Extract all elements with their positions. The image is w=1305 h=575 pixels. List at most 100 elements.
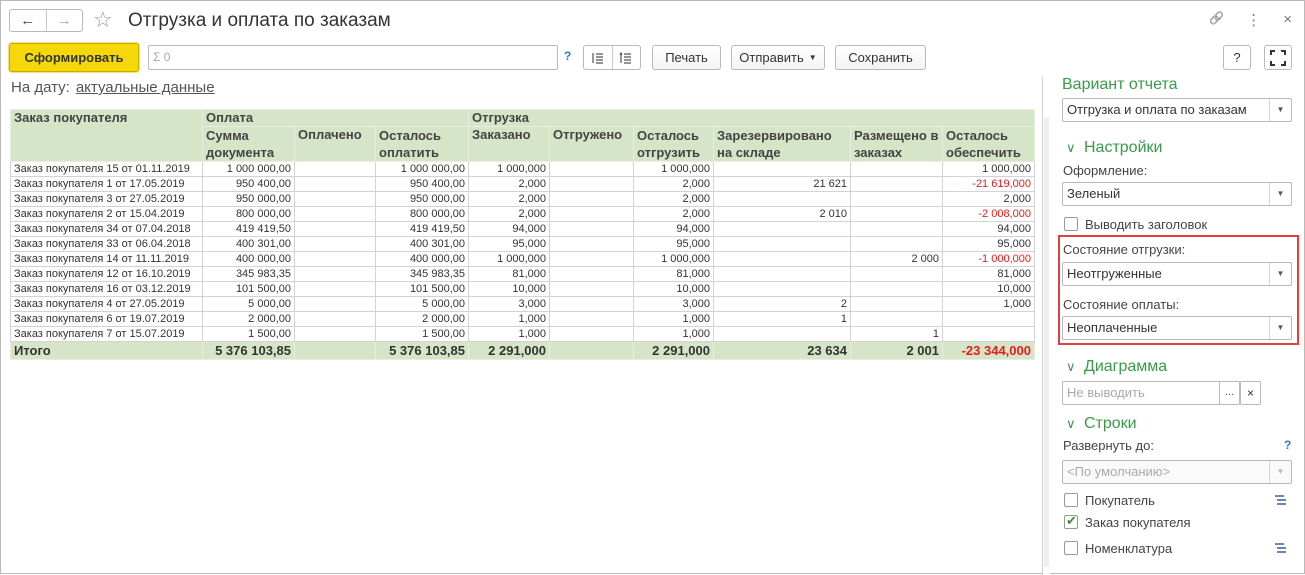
cell-topay: 419 419,50 [375, 221, 469, 237]
cell-order: Заказ покупателя 6 от 19.07.2019 [10, 311, 203, 327]
expand-groups-icon[interactable] [611, 46, 641, 69]
diagram-title: Диаграмма [1084, 358, 1168, 375]
table-row[interactable]: Заказ покупателя 6 от 19.07.2019 2 000,00… [10, 311, 1035, 327]
cell-ordered: 94,000 [468, 221, 550, 237]
diagram-heading[interactable]: ∨ Диаграмма [1066, 358, 1167, 376]
table-row[interactable]: Заказ покупателя 4 от 27.05.2019 5 000,00… [10, 296, 1035, 312]
link-icon[interactable]: 🔗 [1209, 11, 1224, 29]
cell-toprovide: -23 344,000 [942, 341, 1035, 360]
send-label: Отправить [739, 50, 804, 65]
panel-scrollbar[interactable] [1044, 117, 1049, 567]
print-button[interactable]: Печать [652, 45, 721, 70]
cell-placed [850, 191, 943, 207]
cell-toprovide [942, 326, 1035, 342]
cell-toprovide: 10,000 [942, 281, 1035, 297]
chevron-down-icon[interactable]: ▼ [1269, 183, 1291, 205]
group-settings-icon[interactable] [1274, 541, 1288, 558]
variant-select[interactable]: Отгрузка и оплата по заказам ▼ [1062, 98, 1292, 122]
table-row[interactable]: Заказ покупателя 1 от 17.05.2019 950 400,… [10, 176, 1035, 192]
chevron-down-icon[interactable]: ▼ [1269, 99, 1291, 121]
cell-reserved [713, 266, 851, 282]
back-icon[interactable]: ← [10, 10, 46, 31]
buyer-checkbox[interactable] [1064, 493, 1078, 507]
total-row[interactable]: Итого 5 376 103,85 5 376 103,85 2 291,000 2 … [10, 341, 1035, 360]
cell-toprovide: 95,000 [942, 236, 1035, 252]
fullscreen-icon[interactable] [1264, 45, 1292, 70]
generate-button[interactable]: Сформировать [9, 43, 139, 72]
collapse-chevron-icon: ∨ [1066, 416, 1076, 431]
cell-reserved [713, 221, 851, 237]
cell-shipped [549, 176, 634, 192]
settings-heading[interactable]: ∨ Настройки [1066, 139, 1162, 157]
diagram-input[interactable]: Не выводить [1062, 381, 1240, 405]
forward-icon[interactable]: → [45, 10, 83, 31]
col-group-shipment: Отгрузка [468, 109, 1035, 127]
cell-sum: 419 419,50 [202, 221, 295, 237]
title-icons: 🔗 ⋮ × [1209, 11, 1292, 29]
cell-topay: 800 000,00 [375, 206, 469, 222]
cell-reserved [713, 236, 851, 252]
cell-placed [850, 206, 943, 222]
help-button[interactable]: ? [1223, 45, 1251, 70]
panel-splitter[interactable] [1042, 77, 1050, 575]
cell-sum: 2 000,00 [202, 311, 295, 327]
pay-state-select[interactable]: Неоплаченные ▼ [1062, 316, 1292, 340]
chevron-down-icon[interactable]: ▼ [1269, 317, 1291, 339]
cell-placed: 1 [850, 326, 943, 342]
diagram-choose-button[interactable]: … [1219, 381, 1240, 405]
cell-paid [294, 311, 376, 327]
cell-toship: 94,000 [633, 221, 714, 237]
close-icon[interactable]: × [1283, 11, 1292, 29]
cell-reserved [713, 191, 851, 207]
expand-select[interactable]: <По умолчанию> ▼ [1062, 460, 1292, 484]
cell-topay: 400 000,00 [375, 251, 469, 267]
cell-reserved: 23 634 [713, 341, 851, 360]
more-icon[interactable]: ⋮ [1246, 11, 1261, 29]
rows-heading[interactable]: ∨ Строки [1066, 415, 1137, 433]
col-group-payment: Оплата [202, 109, 469, 127]
chevron-down-icon[interactable]: ▼ [1269, 263, 1291, 285]
cell-placed [850, 221, 943, 237]
cell-shipped [549, 236, 634, 252]
table-row[interactable]: Заказ покупателя 33 от 06.04.2018 400 301… [10, 236, 1035, 252]
help-icon[interactable]: ? [564, 49, 571, 63]
group-settings-icon[interactable] [1274, 493, 1288, 510]
ship-state-select[interactable]: Неотгруженные ▼ [1062, 262, 1292, 286]
cell-toship: 1,000 [633, 311, 714, 327]
diagram-clear-icon[interactable]: × [1240, 381, 1261, 405]
expand-help-icon[interactable]: ? [1284, 438, 1291, 452]
cell-toship: 2 291,000 [633, 341, 714, 360]
nomenclature-checkbox[interactable] [1064, 541, 1078, 555]
order-checkbox[interactable] [1064, 513, 1078, 529]
sum-field[interactable]: Σ 0 [148, 45, 558, 70]
table-row[interactable]: Заказ покупателя 34 от 07.04.2018 419 419… [10, 221, 1035, 237]
settings-title: Настройки [1084, 139, 1163, 156]
send-button[interactable]: Отправить ▼ [731, 45, 825, 70]
save-button[interactable]: Сохранить [835, 45, 926, 70]
report-table: Заказ покупателя Оплата Отгрузка Сумма д… [10, 109, 1035, 360]
cell-reserved [713, 251, 851, 267]
favorite-star-icon[interactable]: ☆ [93, 7, 113, 33]
table-row[interactable]: Заказ покупателя 7 от 15.07.2019 1 500,00… [10, 326, 1035, 342]
table-row[interactable]: Заказ покупателя 15 от 01.11.2019 1 000 0… [10, 161, 1035, 177]
cell-placed [850, 266, 943, 282]
table-row[interactable]: Заказ покупателя 3 от 27.05.2019 950 000,… [10, 191, 1035, 207]
date-link[interactable]: актуальные данные [76, 79, 215, 96]
show-title-checkbox[interactable] [1064, 217, 1078, 231]
table-row[interactable]: Заказ покупателя 2 от 15.04.2019 800 000,… [10, 206, 1035, 222]
table-row[interactable]: Заказ покупателя 12 от 16.10.2019 345 983… [10, 266, 1035, 282]
variant-heading: Вариант отчета [1062, 76, 1178, 93]
cell-placed [850, 296, 943, 312]
chevron-down-icon[interactable]: ▼ [1269, 461, 1291, 483]
cell-toship: 95,000 [633, 236, 714, 252]
cell-toship: 2,000 [633, 176, 714, 192]
cell-toship: 10,000 [633, 281, 714, 297]
table-row[interactable]: Заказ покупателя 14 от 11.11.2019 400 000… [10, 251, 1035, 267]
design-select[interactable]: Зеленый ▼ [1062, 182, 1292, 206]
col-order: Заказ покупателя [10, 109, 203, 162]
table-row[interactable]: Заказ покупателя 16 от 03.12.2019 101 500… [10, 281, 1035, 297]
collapse-groups-icon[interactable] [584, 46, 612, 69]
cell-paid [294, 176, 376, 192]
col-sum: Сумма документа [202, 126, 295, 162]
cell-placed: 2 001 [850, 341, 943, 360]
